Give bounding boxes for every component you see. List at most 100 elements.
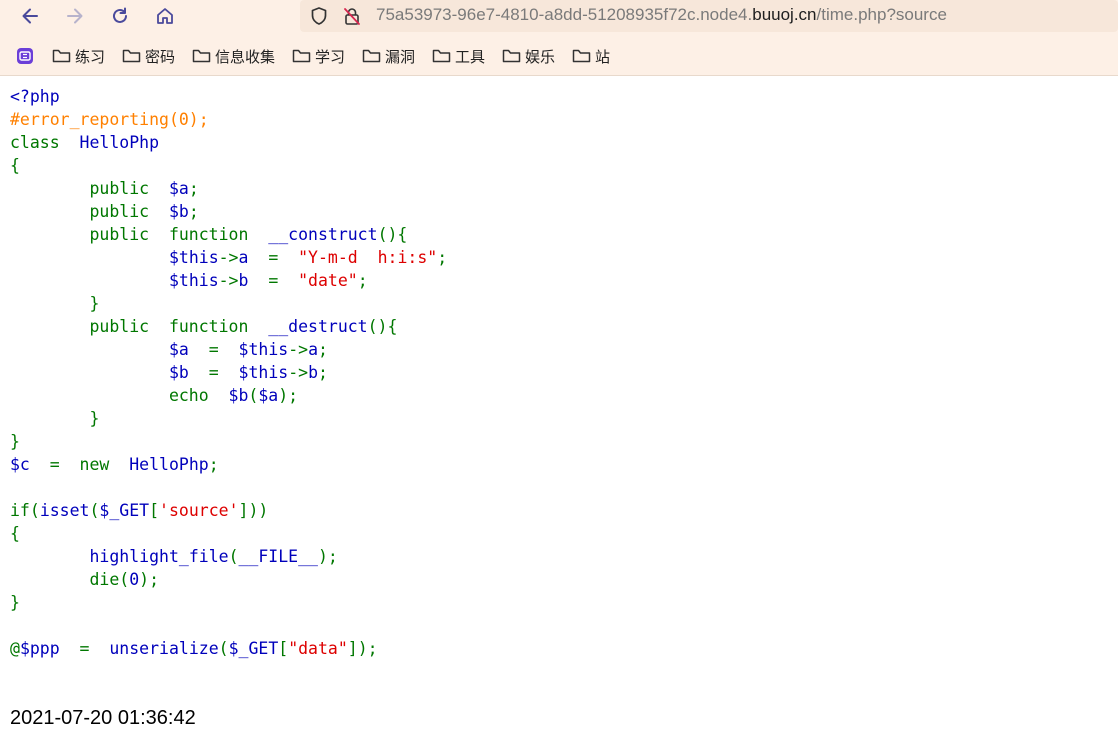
code-token: class [10, 133, 60, 152]
code-line: echo $b($a); [10, 384, 447, 407]
code-token: { [10, 524, 20, 543]
code-token: ; [437, 248, 448, 267]
code-token: b [238, 271, 269, 290]
code-line: <?php [10, 85, 447, 108]
bookmark-label: 练习 [75, 47, 106, 66]
bookmark-label: 站 [595, 47, 611, 66]
code-token: $a [168, 340, 209, 359]
code-token: HelloPhp [59, 133, 160, 152]
code-token: = new [49, 455, 130, 474]
code-token: -> [288, 340, 309, 359]
folder-icon [192, 49, 211, 63]
code-token: $this [168, 248, 219, 267]
bookmarks-bar: 练习 密码 信息收集 学习 漏洞 工具 娱乐 站 [0, 42, 1118, 70]
bookmark-folder[interactable]: 站 [572, 42, 610, 70]
code-token: } [10, 409, 100, 428]
code-token: __construct [268, 225, 378, 244]
code-line: { [10, 522, 447, 545]
code-token: [ [278, 639, 289, 658]
folder-icon [122, 49, 141, 63]
code-token: $this [238, 340, 289, 359]
code-token: ; [208, 455, 219, 474]
code-token: (){ [377, 225, 408, 244]
bookmark-folder[interactable]: 密码 [122, 42, 175, 70]
code-line: if(isset($_GET['source'])) [10, 499, 447, 522]
bookmark-label: 信息收集 [215, 47, 276, 66]
code-token: __destruct [268, 317, 368, 336]
bookmark-folder[interactable]: 漏洞 [362, 42, 415, 70]
code-line: die(0); [10, 568, 447, 591]
code-token: ( [248, 386, 259, 405]
code-token: } [10, 294, 100, 313]
code-line: public $a; [10, 177, 447, 200]
code-token: __FILE__ [238, 547, 318, 566]
code-token: -> [218, 248, 239, 267]
code-line: public $b; [10, 200, 447, 223]
code-token: = [79, 639, 110, 658]
url-prefix: 75a53973-96e7-4810-a8dd-51208935f72c.nod… [376, 5, 753, 24]
code-token: ; [318, 363, 328, 382]
code-token: ); [139, 570, 160, 589]
code-token: $ppp [19, 639, 80, 658]
code-line: $b = $this->b; [10, 361, 447, 384]
address-bar[interactable]: 75a53973-96e7-4810-a8dd-51208935f72c.nod… [300, 0, 1118, 32]
bookmark-folder[interactable]: 娱乐 [502, 42, 555, 70]
url-text[interactable]: 75a53973-96e7-4810-a8dd-51208935f72c.nod… [376, 5, 947, 25]
code-token: $this [238, 363, 289, 382]
code-token: ])) [238, 501, 269, 520]
code-token: public [10, 179, 169, 198]
code-line: class HelloPhp [10, 131, 447, 154]
code-token: public function [10, 317, 269, 336]
code-token: } [10, 432, 20, 451]
site-info-button[interactable] [340, 4, 364, 28]
code-line: } [10, 430, 447, 453]
bookmark-folder[interactable]: 练习 [52, 42, 105, 70]
code-token: ]); [347, 639, 378, 658]
bookmark-label: 工具 [455, 47, 486, 66]
code-token: ); [278, 386, 299, 405]
code-token: if( [10, 501, 40, 520]
page-output-text: 2021-07-20 01:36:42 [10, 707, 196, 729]
back-button[interactable] [16, 3, 44, 29]
code-token: "Y-m-d h:i:s" [298, 248, 438, 267]
folder-icon [572, 49, 591, 63]
reload-button[interactable] [106, 3, 134, 29]
code-token: #error_reporting(0); [10, 110, 209, 129]
folder-icon [292, 49, 311, 63]
code-line: @$ppp = unserialize($_GET["data"]); [10, 637, 447, 660]
code-line: highlight_file(__FILE__); [10, 545, 447, 568]
code-token: 0 [129, 570, 140, 589]
forward-button[interactable] [61, 3, 89, 29]
code-token: public [10, 202, 169, 221]
home-button[interactable] [151, 3, 179, 29]
code-line: } [10, 292, 447, 315]
bookmark-label: 学习 [315, 47, 346, 66]
code-line: $this->a = "Y-m-d h:i:s"; [10, 246, 447, 269]
code-line: } [10, 407, 447, 430]
code-token: ( [89, 501, 100, 520]
code-token: 'source' [159, 501, 239, 520]
bookmark-label: 密码 [145, 47, 176, 66]
bookmark-folder[interactable]: 工具 [432, 42, 485, 70]
code-line: public function __construct(){ [10, 223, 447, 246]
code-line: { [10, 154, 447, 177]
code-token: "data" [288, 639, 348, 658]
code-line: public function __destruct(){ [10, 315, 447, 338]
code-token: $_GET [228, 639, 279, 658]
code-token: highlight_file [89, 547, 229, 566]
bookmark-folder[interactable]: 信息收集 [192, 42, 275, 70]
bookmark-label: 漏洞 [385, 47, 416, 66]
bookmark-folder[interactable]: 学习 [292, 42, 345, 70]
code-line: $this->b = "date"; [10, 269, 447, 292]
url-host: buuoj.cn [752, 5, 817, 24]
browser-toolbar: 75a53973-96e7-4810-a8dd-51208935f72c.nod… [0, 0, 1118, 76]
home-icon [157, 8, 173, 24]
tracking-protection-button[interactable] [307, 4, 331, 28]
code-token: ( [218, 639, 229, 658]
code-line: } [10, 591, 447, 614]
bookmark-app-shortcut[interactable] [16, 42, 38, 70]
